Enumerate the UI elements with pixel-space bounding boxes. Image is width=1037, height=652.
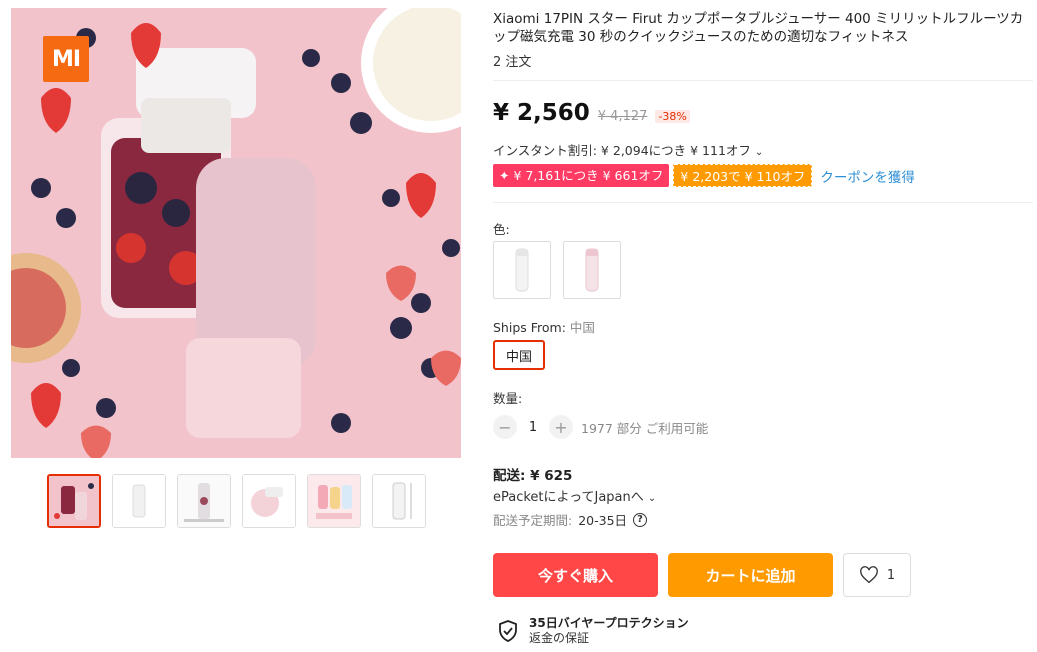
shipping-method[interactable]: ePacketによってJapanへ ⌄ [493,486,656,505]
ships-from-option[interactable]: 中国 [493,340,545,370]
quantity-value[interactable]: 1 [517,420,549,435]
thumbnail-5[interactable] [307,474,361,528]
color-swatches [493,241,621,299]
product-title: Xiaomi 17PIN スター Firut カップポータブルジューサー 400… [493,11,1024,45]
add-to-cart-button[interactable]: カートに追加 [668,553,833,597]
coupon-pink[interactable]: ✦ ¥ 7,161につき ¥ 661オフ [493,164,670,187]
color-swatch-white[interactable] [493,241,551,299]
buyer-protection: 35日バイヤープロテクション 返金の保証 [497,616,689,646]
thumbnail-3[interactable] [177,474,231,528]
main-product-image[interactable]: MI [11,8,461,458]
quantity-label: 数量: [493,391,523,406]
color-label: 色: [493,222,510,237]
eta-value: 20-35日 [578,513,628,528]
divider [493,202,1033,203]
thumbnail-1[interactable] [47,474,101,528]
color-swatch-pink[interactable] [563,241,621,299]
coupon-row: ✦ ¥ 7,161につき ¥ 661オフ ¥ 2,203で ¥ 110オフ クー… [493,164,915,187]
chevron-down-icon: ⌄ [754,147,764,158]
price-row: ¥ 2,560 ¥ 4,127 -38% [493,100,690,126]
get-coupon-link[interactable]: クーポンを獲得 [820,166,915,186]
current-price: ¥ 2,560 [493,100,590,126]
chevron-down-icon: ⌄ [647,493,657,504]
help-icon[interactable]: ? [633,512,648,527]
wishlist-button[interactable]: 1 [843,553,911,597]
xiaomi-logo: MI [43,36,89,82]
thumbnail-4[interactable] [242,474,296,528]
heart-icon [860,566,878,584]
shipping-cost: 配送: ¥ 625 [493,468,573,484]
original-price: ¥ 4,127 [597,109,648,124]
instant-discount-text: インスタント割引: ¥ 2,094につき ¥ 111オフ [493,143,751,158]
quantity-available: 1977 部分 ご利用可能 [581,420,709,436]
thumbnail-strip [47,474,426,528]
divider [493,80,1033,81]
thumbnail-6[interactable] [372,474,426,528]
thumbnail-2[interactable] [112,474,166,528]
buy-now-button[interactable]: 今すぐ購入 [493,553,658,597]
wishlist-count: 1 [886,567,896,583]
delivery-estimate: 配送予定期間: 20-35日 ? [493,510,648,529]
eta-label: 配送予定期間: [493,513,573,528]
ships-from-value: 中国 [569,320,595,335]
quantity-stepper: − 1 + 1977 部分 ご利用可能 [493,415,708,439]
quantity-decrease-button[interactable]: − [493,415,517,439]
protection-subtitle: 返金の保証 [529,631,590,645]
shipping-method-text: ePacketによってJapanへ [493,490,644,505]
quantity-increase-button[interactable]: + [549,415,573,439]
shield-check-icon [499,620,517,642]
instant-discount[interactable]: インスタント割引: ¥ 2,094につき ¥ 111オフ ⌄ [493,140,763,159]
ships-from-title: Ships From: [493,320,566,335]
ships-from-label: Ships From: 中国 [493,317,595,336]
order-count: 2 注文 [493,55,532,70]
discount-badge: -38% [655,110,690,123]
coupon-orange[interactable]: ¥ 2,203で ¥ 110オフ [673,164,813,187]
protection-title: 35日バイヤープロテクション [529,616,689,630]
